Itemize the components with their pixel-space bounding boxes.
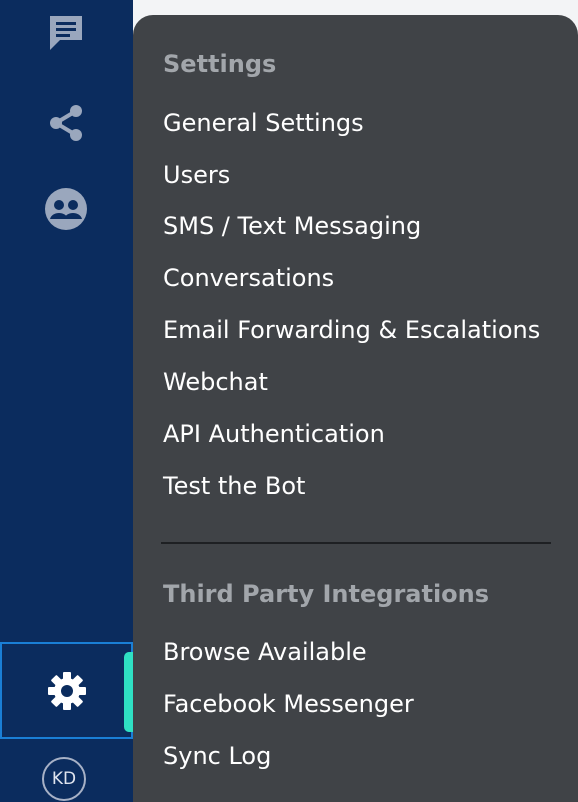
menu-item-sms-text-messaging[interactable]: SMS / Text Messaging — [163, 212, 421, 240]
menu-item-users[interactable]: Users — [163, 161, 230, 189]
settings-nav-button[interactable] — [0, 642, 133, 739]
settings-heading: Settings — [163, 50, 277, 78]
flows-nav[interactable] — [43, 100, 89, 146]
contacts-nav[interactable] — [43, 186, 89, 232]
menu-item-api-authentication[interactable]: API Authentication — [163, 420, 385, 448]
app-root: KD Settings General Settings Users SMS /… — [0, 0, 578, 802]
menu-item-conversations[interactable]: Conversations — [163, 264, 334, 292]
share-icon — [50, 105, 82, 141]
menu-item-test-the-bot[interactable]: Test the Bot — [163, 472, 305, 500]
menu-item-webchat[interactable]: Webchat — [163, 368, 268, 396]
menu-item-sync-log[interactable]: Sync Log — [163, 742, 271, 770]
menu-item-facebook-messenger[interactable]: Facebook Messenger — [163, 690, 414, 718]
menu-item-browse-available[interactable]: Browse Available — [163, 638, 367, 666]
settings-flyout-menu: Settings General Settings Users SMS / Te… — [133, 15, 578, 802]
menu-item-general-settings[interactable]: General Settings — [163, 109, 364, 137]
sidebar: KD — [0, 0, 133, 802]
integrations-heading: Third Party Integrations — [163, 580, 490, 608]
menu-item-email-forwarding[interactable]: Email Forwarding & Escalations — [163, 316, 540, 344]
avatar[interactable]: KD — [42, 757, 86, 801]
menu-divider — [161, 542, 551, 544]
active-nav-indicator — [124, 652, 133, 732]
users-group-icon — [45, 188, 87, 230]
conversations-nav[interactable] — [43, 9, 89, 55]
gear-icon — [47, 671, 86, 710]
chat-icon — [50, 16, 82, 50]
